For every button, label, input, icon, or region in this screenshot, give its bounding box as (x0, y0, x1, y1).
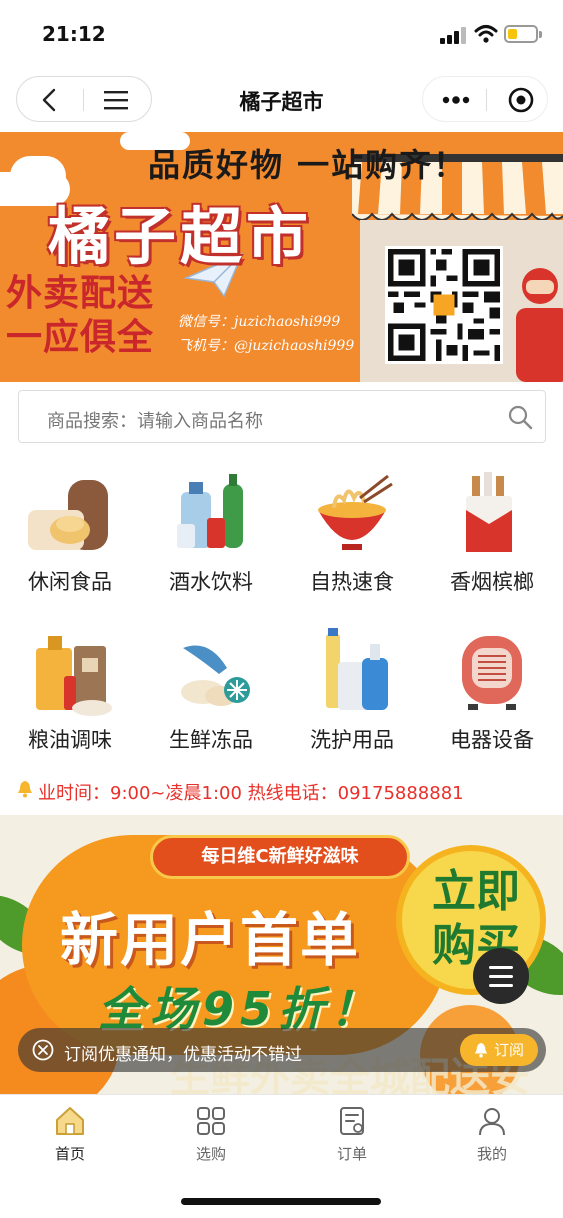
tab-label: 我的 (476, 1145, 507, 1163)
home-indicator (181, 1198, 381, 1205)
category-label: 粮油调味 (28, 728, 112, 752)
wifi-icon (474, 25, 498, 43)
tab-label: 订单 (336, 1145, 367, 1163)
tab-label: 首页 (54, 1145, 85, 1163)
bell-icon (474, 1043, 488, 1058)
subscribe-text: 订阅优惠通知，优惠活动不错过 (64, 1045, 302, 1065)
category-label: 电器设备 (450, 728, 534, 752)
more-icon[interactable] (441, 90, 471, 110)
instant-noodle-icon (318, 474, 393, 550)
banner-wechat: 微信号：juzichaoshi999 (178, 314, 341, 330)
banner-delivery-line2: 一应俱全 (6, 317, 155, 358)
qr-code-image (385, 246, 503, 364)
close-icon[interactable] (32, 1039, 54, 1061)
banner-store-name: 橘子超市 (48, 200, 313, 273)
close-miniprogram-icon[interactable] (507, 86, 535, 114)
category-cigarette[interactable]: 香烟槟榔 (422, 470, 562, 620)
floating-menu-button[interactable] (473, 948, 529, 1004)
search-input[interactable]: 商品搜索：请输入商品名称 (18, 390, 546, 443)
capsule-divider (486, 89, 487, 111)
beverage-icon (177, 474, 243, 548)
snack-food-icon (28, 480, 108, 550)
battery-tip (539, 31, 542, 38)
fresh-frozen-icon (181, 645, 250, 706)
store-banner[interactable]: 品质好物 一站购齐！ 橘子超市 外卖配送 一应俱全 微信号：juzichaosh… (0, 132, 563, 382)
category-label: 生鲜冻品 (169, 728, 253, 752)
grid-icon (197, 1107, 225, 1135)
tab-shop[interactable]: 选购 (141, 1103, 281, 1169)
status-bar: 21:12 (0, 0, 563, 70)
cigarette-icon (466, 472, 512, 552)
business-hours-notice: 业时间：9:00~凌晨1:00 热线电话：09175888881 (0, 772, 563, 806)
grain-oil-icon (36, 636, 112, 716)
order-icon (340, 1107, 364, 1135)
promo-tag: 每日维C新鲜好滋味 (150, 835, 410, 879)
category-label: 香烟槟榔 (450, 570, 534, 594)
tab-label: 选购 (195, 1145, 226, 1163)
nav-bar: 橘子超市 (0, 70, 563, 132)
tab-home[interactable]: 首页 (0, 1103, 140, 1169)
status-time: 21:12 (42, 22, 106, 46)
appliance-icon (462, 636, 522, 710)
banner-qq: 飞机号：@juzichaoshi999 (178, 338, 355, 354)
category-label: 酒水饮料 (169, 570, 253, 594)
category-label: 自热速食 (310, 570, 394, 594)
banner-delivery-text: 外卖配送 一应俱全 (6, 272, 154, 360)
signal-icon (440, 26, 468, 44)
tab-orders[interactable]: 订单 (282, 1103, 422, 1169)
battery-icon (504, 25, 538, 43)
profile-icon (479, 1108, 505, 1136)
category-beverage[interactable]: 酒水饮料 (141, 470, 281, 620)
category-instant-food[interactable]: 自热速食 (282, 470, 422, 620)
banner-slogan: 品质好物 一站购齐！ (148, 146, 468, 184)
toiletries-icon (326, 628, 388, 710)
category-grain-oil[interactable]: 粮油调味 (0, 628, 140, 778)
tab-profile[interactable]: 我的 (422, 1103, 562, 1169)
search-icon[interactable] (507, 404, 533, 430)
banner-delivery-line1: 外卖配送 (6, 273, 155, 314)
promo-headline: 新用户首单 (60, 906, 361, 974)
category-toiletries[interactable]: 洗护用品 (282, 628, 422, 778)
subscribe-button-label: 订阅 (494, 1041, 525, 1059)
home-icon (56, 1107, 84, 1135)
category-snack[interactable]: 休闲食品 (0, 470, 140, 620)
banner-contact: 微信号：juzichaoshi999 飞机号：@juzichaoshi999 (178, 310, 354, 358)
notice-text: 业时间：9:00~凌晨1:00 热线电话：09175888881 (38, 783, 464, 804)
search-placeholder: 商品搜索：请输入商品名称 (47, 411, 263, 432)
category-appliance[interactable]: 电器设备 (422, 628, 562, 778)
bell-icon (18, 781, 32, 798)
category-fresh-frozen[interactable]: 生鲜冻品 (141, 628, 281, 778)
category-label: 洗护用品 (310, 728, 394, 752)
delivery-rider-graphic (516, 268, 563, 382)
category-label: 休闲食品 (28, 570, 112, 594)
nav-capsule-right (422, 76, 548, 122)
subscribe-bar: 订阅优惠通知，优惠活动不错过 订阅 (18, 1028, 546, 1072)
subscribe-button[interactable]: 订阅 (460, 1034, 538, 1066)
